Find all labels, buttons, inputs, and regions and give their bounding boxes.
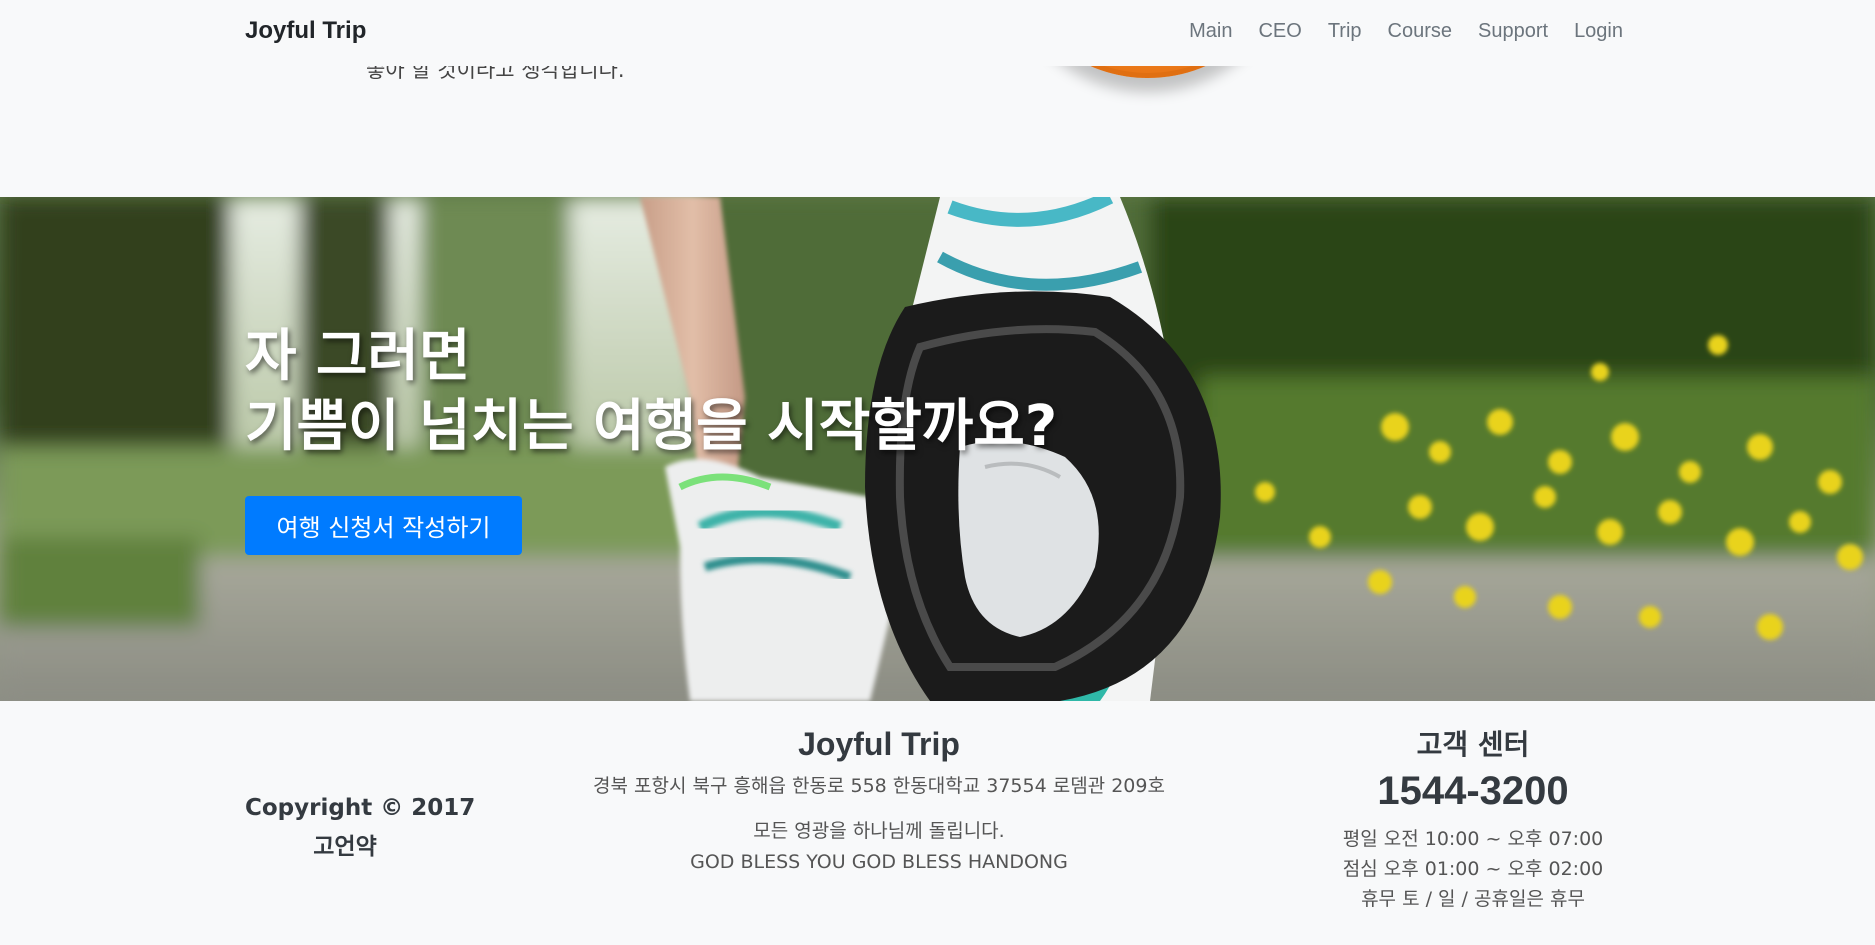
- footer-address: 경북 포항시 북구 흥해읍 한동로 558 한동대학교 37554 로뎀관 20…: [593, 775, 1165, 797]
- customer-center-title: 고객 센터: [1416, 728, 1530, 761]
- customer-center-hours: 평일 오전 10:00 ~ 오후 07:00 점심 오후 01:00 ~ 오후 …: [1318, 824, 1628, 914]
- footer-company-info: Joyful Trip 경북 포항시 북구 흥해읍 한동로 558 한동대학교 …: [540, 726, 1218, 878]
- blessing-korean: 모든 영광을 하나님께 돌립니다.: [753, 820, 1005, 842]
- hours-weekday: 평일 오전 10:00 ~ 오후 07:00: [1342, 828, 1604, 850]
- blessing-english: GOD BLESS YOU GOD BLESS HANDONG: [690, 851, 1068, 873]
- nav-link-course[interactable]: Course: [1375, 20, 1465, 43]
- nav-link-main[interactable]: Main: [1176, 20, 1245, 43]
- hours-closed: 휴무 토 / 일 / 공휴일은 휴무: [1361, 888, 1585, 910]
- nav-link-login[interactable]: Login: [1561, 20, 1623, 43]
- customer-center-phone: 1544-3200: [1377, 769, 1569, 813]
- copyright: Copyright © 2017 고언약: [245, 789, 476, 867]
- nav-links: Main CEO Trip Course Support Login: [1176, 20, 1623, 43]
- navbar-brand[interactable]: Joyful Trip: [245, 17, 366, 45]
- footer-brand: Joyful Trip: [798, 726, 960, 762]
- customer-center: 고객 센터 1544-3200 평일 오전 10:00 ~ 오후 07:00 점…: [1318, 723, 1628, 914]
- copyright-year: Copyright © 2017: [245, 795, 476, 821]
- top-navbar: Joyful Trip Main CEO Trip Course Support…: [0, 0, 1875, 66]
- copyright-author: 고언약: [313, 834, 377, 860]
- hero-title: 자 그러면 기쁨이 넘치는 여행을 시작할까요?: [245, 322, 1057, 462]
- footer: Copyright © 2017 고언약 Joyful Trip 경북 포항시 …: [0, 701, 1875, 945]
- nav-link-support[interactable]: Support: [1465, 20, 1561, 43]
- nav-link-trip[interactable]: Trip: [1315, 20, 1375, 43]
- hero-title-line1: 자 그러면: [245, 324, 471, 389]
- hours-lunch: 점심 오후 01:00 ~ 오후 02:00: [1342, 858, 1604, 880]
- hero-title-line2: 기쁨이 넘치는 여행을 시작할까요?: [245, 394, 1058, 459]
- nav-link-ceo[interactable]: CEO: [1245, 20, 1314, 43]
- trip-application-button[interactable]: 여행 신청서 작성하기: [245, 496, 522, 555]
- hero-banner: 자 그러면 기쁨이 넘치는 여행을 시작할까요? 여행 신청서 작성하기: [0, 197, 1875, 701]
- footer-blessing: 모든 영광을 하나님께 돌립니다. GOD BLESS YOU GOD BLES…: [540, 816, 1218, 878]
